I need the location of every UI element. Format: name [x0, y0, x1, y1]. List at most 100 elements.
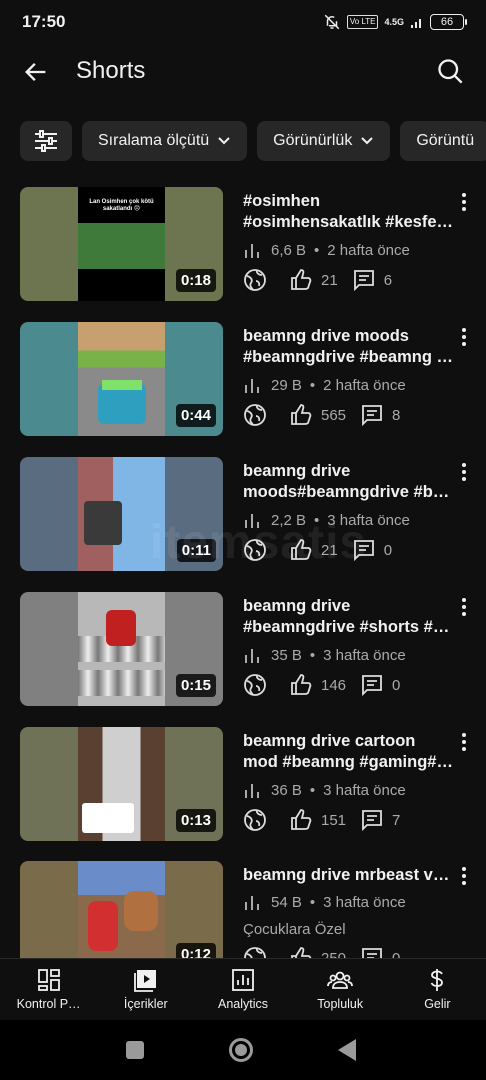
- chevron-down-icon: [218, 137, 230, 145]
- video-thumbnail[interactable]: 0:44: [20, 322, 223, 436]
- dot-separator: •: [309, 376, 316, 394]
- views-chip[interactable]: Görüntü: [400, 121, 486, 161]
- back-arrow-icon[interactable]: [22, 58, 50, 86]
- dot-separator: •: [309, 893, 316, 911]
- more-vert-icon[interactable]: [456, 732, 472, 752]
- comment-count: 7: [392, 811, 401, 829]
- back-button[interactable]: [338, 1039, 356, 1061]
- video-actions: 21 0: [243, 538, 392, 562]
- search-icon[interactable]: [436, 57, 464, 85]
- list-item[interactable]: 0:12 beamng drive mrbeast vs… 54 B • 3 h…: [0, 860, 486, 958]
- shorts-list: Lan Osimhen çok kötü sakatlandı 😞 0:18 #…: [0, 186, 486, 958]
- home-button[interactable]: [229, 1038, 253, 1062]
- video-title[interactable]: #osimhen #osimhensakatlık #kesfe…: [243, 191, 455, 233]
- thumbnail-image: [78, 861, 165, 958]
- thumbnail-image: [78, 457, 165, 571]
- visibility-chip-label: Görünürlük: [273, 132, 353, 149]
- view-count: 29 B: [271, 376, 302, 394]
- video-title-line1: beamng drive moods: [243, 327, 409, 345]
- thumbs-up-icon: [291, 947, 312, 958]
- recents-button[interactable]: [126, 1041, 144, 1059]
- signal-icon: [411, 19, 421, 28]
- dot-separator: •: [314, 511, 320, 529]
- nav-dashboard[interactable]: Kontrol P…: [0, 959, 97, 1020]
- like-count: 151: [321, 811, 347, 829]
- like-count: 250: [321, 949, 347, 959]
- sort-chip-label: Sıralama ölçütü: [98, 132, 210, 149]
- video-title-line1: beamng drive: [243, 597, 351, 615]
- upload-age: 2 hafta önce: [323, 376, 406, 394]
- chevron-down-icon: [361, 137, 374, 145]
- list-item[interactable]: 0:13 beamng drive cartoon mod #beamng #g…: [0, 726, 486, 844]
- comment-icon: [362, 405, 382, 427]
- view-count: 35 B: [271, 646, 302, 664]
- video-thumbnail[interactable]: 0:13: [20, 727, 223, 841]
- dollar-icon: [431, 969, 444, 991]
- dashboard-icon: [37, 969, 60, 991]
- globe-icon: [244, 809, 266, 831]
- battery-icon: 66: [430, 14, 467, 30]
- nav-content[interactable]: İçerikler: [97, 959, 194, 1020]
- thumbs-up-icon: [291, 674, 312, 695]
- video-title-line2: mod #beamng #gaming#…: [243, 753, 453, 771]
- comment-icon: [362, 810, 382, 832]
- nav-label: Analytics: [217, 997, 269, 1011]
- video-actions: 21 6: [243, 268, 392, 292]
- visibility-chip[interactable]: Görünürlük: [257, 121, 391, 161]
- status-time: 17:50: [22, 12, 66, 31]
- duration-badge: 0:44: [175, 404, 216, 427]
- page-title: Shorts: [76, 57, 146, 84]
- more-vert-icon[interactable]: [456, 462, 472, 482]
- more-vert-icon[interactable]: [456, 597, 472, 617]
- video-actions: 565 8: [243, 403, 400, 427]
- list-item[interactable]: 0:15 beamng drive #beamngdrive #shorts #…: [0, 591, 486, 709]
- video-title[interactable]: beamng drive moods #beamngdrive #beamng …: [243, 326, 455, 368]
- video-title[interactable]: beamng drive cartoon mod #beamng #gaming…: [243, 731, 455, 773]
- list-item[interactable]: 0:11 beamng drive moods#beamngdrive #b… …: [0, 456, 486, 574]
- comment-count: 8: [392, 406, 401, 424]
- duration-badge: 0:13: [175, 809, 216, 832]
- bar-chart-icon: [245, 784, 259, 798]
- system-nav-bar: [0, 1020, 486, 1080]
- filter-bar: Sıralama ölçütü Görünürlük Görüntü: [20, 121, 486, 163]
- video-thumbnail[interactable]: 0:11: [20, 457, 223, 571]
- nav-label: İçerikler: [123, 997, 168, 1011]
- video-stats: 2,2 B • 3 hafta önce: [243, 511, 410, 529]
- more-vert-icon[interactable]: [456, 327, 472, 347]
- video-title[interactable]: beamng drive moods#beamngdrive #b…: [243, 461, 455, 503]
- thumbs-up-icon: [291, 539, 312, 560]
- upload-age: 2 hafta önce: [327, 241, 410, 259]
- video-thumbnail[interactable]: 0:12: [20, 861, 223, 958]
- video-thumbnail[interactable]: Lan Osimhen çok kötü sakatlandı 😞 0:18: [20, 187, 223, 301]
- video-title-line2: #beamngdrive #shorts #…: [243, 618, 450, 636]
- sort-chip[interactable]: Sıralama ölçütü: [82, 121, 248, 161]
- duration-badge: 0:15: [175, 674, 216, 697]
- list-item[interactable]: 0:44 beamng drive moods #beamngdrive #be…: [0, 321, 486, 439]
- upload-age: 3 hafta önce: [323, 893, 406, 911]
- thumbs-up-icon: [291, 809, 312, 830]
- nav-earn[interactable]: Gelir: [389, 959, 486, 1020]
- video-title[interactable]: beamng drive #beamngdrive #shorts #…: [243, 596, 455, 638]
- video-title[interactable]: beamng drive mrbeast vs…: [243, 865, 455, 886]
- filter-settings-button[interactable]: [20, 121, 72, 161]
- thumbnail-image: [78, 322, 165, 436]
- more-vert-icon[interactable]: [456, 866, 472, 886]
- content-icon: [133, 970, 156, 992]
- video-thumbnail[interactable]: 0:15: [20, 592, 223, 706]
- video-stats: 35 B • 3 hafta önce: [243, 646, 406, 664]
- community-icon: [327, 971, 354, 989]
- list-item[interactable]: Lan Osimhen çok kötü sakatlandı 😞 0:18 #…: [0, 186, 486, 304]
- globe-icon: [244, 947, 266, 958]
- made-for-kids-label: Çocuklara Özel: [243, 921, 346, 938]
- comment-count: 6: [383, 271, 393, 289]
- thumbs-up-icon: [291, 269, 312, 290]
- nav-label: Topluluk: [317, 997, 364, 1011]
- nav-community[interactable]: Topluluk: [292, 959, 389, 1020]
- network-type: 4.5G: [384, 16, 404, 27]
- upload-age: 3 hafta önce: [323, 781, 406, 799]
- view-count: 2,2 B: [271, 511, 307, 529]
- sliders-icon: [35, 130, 57, 152]
- more-vert-icon[interactable]: [456, 192, 472, 212]
- bar-chart-icon: [245, 514, 259, 528]
- nav-analytics[interactable]: Analytics: [194, 959, 291, 1020]
